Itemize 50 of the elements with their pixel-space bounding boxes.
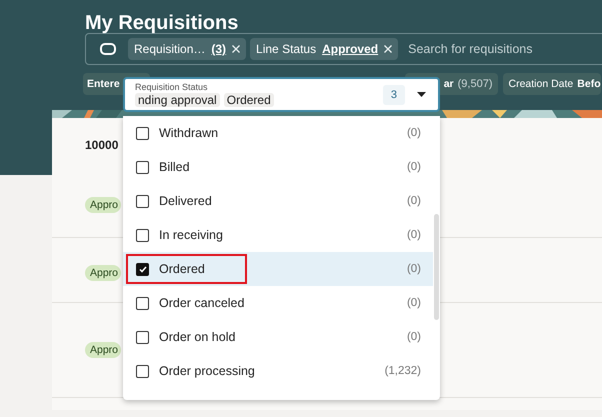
checkbox[interactable] [136, 160, 149, 174]
checkbox[interactable] [136, 262, 149, 276]
option-row[interactable]: Order processing (1,232) [123, 354, 433, 388]
page-title: My Requisitions [84, 11, 240, 33]
option-count: (0) [406, 263, 421, 275]
filter-chip[interactable]: Creation Date Befo [503, 73, 601, 95]
filter-chip[interactable]: Requisition… (3) [128, 38, 246, 60]
option-count: (0) [406, 331, 421, 343]
option-row[interactable]: Ordered (0) [123, 252, 433, 286]
caret-icon[interactable] [417, 92, 426, 97]
option-row[interactable]: Withdrawn (0) [123, 116, 433, 150]
option-count: (1,232) [384, 365, 421, 377]
option-row[interactable]: Delivered (0) [123, 184, 433, 218]
selected-tag[interactable]: Ordered [224, 93, 274, 107]
option-label: Order processing [159, 364, 255, 378]
checkbox[interactable] [136, 330, 149, 344]
option-count: (0) [406, 229, 421, 241]
option-label: Order on hold [159, 330, 236, 344]
option-row[interactable]: Order canceled (0) [123, 286, 433, 320]
option-row[interactable]: In receiving (0) [123, 218, 433, 252]
search-field[interactable]: Requisition… (3) Line Status Approved Search for requisitions [85, 33, 602, 65]
option-label: Delivered [159, 194, 212, 208]
option-count: (0) [406, 195, 421, 207]
option-label: Withdrawn [159, 126, 218, 140]
option-count: (0) [406, 161, 421, 173]
option-row[interactable]: Order on hold (0) [123, 320, 433, 354]
option-count: (0) [406, 297, 421, 309]
option-label: Ordered [159, 262, 205, 276]
checkbox[interactable] [136, 296, 149, 310]
checkbox[interactable] [136, 194, 149, 208]
status-badge: Appro [85, 265, 122, 281]
option-label: Order canceled [159, 296, 244, 310]
selected-tag[interactable]: nding approval [135, 93, 220, 107]
checkbox[interactable] [136, 126, 149, 140]
scrollbar[interactable] [434, 214, 439, 320]
checkbox[interactable] [136, 228, 149, 242]
checkmark-icon [138, 266, 146, 272]
status-badge: Appro [85, 197, 122, 213]
option-label: Billed [159, 160, 190, 174]
option-label: In receiving [159, 228, 223, 242]
status-dropdown[interactable]: Requisition Status nding approval Ordered 3 [123, 77, 440, 112]
selection-count: 3 [382, 84, 405, 104]
option-row[interactable]: Billed (0) [123, 150, 433, 184]
checkbox[interactable] [136, 364, 149, 378]
option-count: (0) [406, 127, 421, 139]
status-badge: Appro [85, 342, 122, 358]
close-icon[interactable] [384, 45, 392, 53]
search-placeholder: Search for requisitions [408, 42, 532, 56]
close-icon[interactable] [232, 45, 240, 53]
filter-chip[interactable]: Line Status Approved [250, 38, 398, 60]
